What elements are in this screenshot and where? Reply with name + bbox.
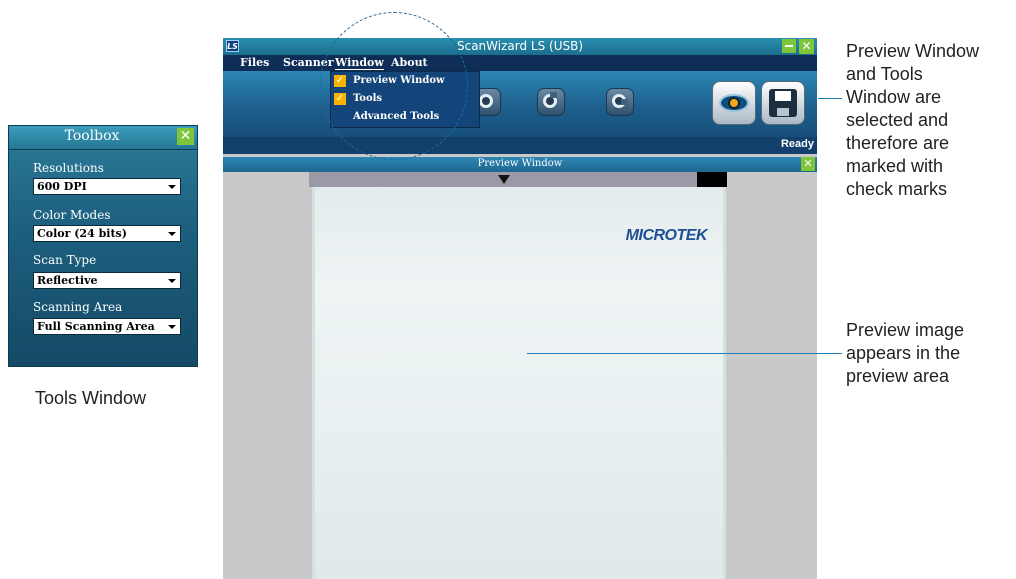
- status-bar: Ready: [223, 137, 817, 154]
- scanning-area-value: Full Scanning Area: [37, 320, 155, 333]
- rotate-icon[interactable]: [537, 88, 565, 116]
- preview-ruler: [309, 172, 727, 187]
- color-modes-label: Color Modes: [33, 208, 111, 222]
- preview-close-icon[interactable]: ✕: [801, 157, 815, 171]
- window-titlebar[interactable]: LS ScanWizard LS (USB) ✕: [223, 38, 817, 55]
- window-close-icon[interactable]: ✕: [799, 39, 814, 54]
- scanning-area-label: Scanning Area: [33, 300, 123, 314]
- scan-type-label: Scan Type: [33, 253, 97, 267]
- toolbox-close-icon[interactable]: ✕: [177, 128, 194, 145]
- callout-menu-text: Preview Window and Tools Window are sele…: [846, 41, 980, 199]
- preview-window-titlebar[interactable]: Preview Window ✕: [223, 157, 817, 172]
- save-disk-icon[interactable]: [761, 81, 805, 125]
- resolutions-select[interactable]: 600 DPI: [33, 178, 181, 195]
- callout-line-menu: [818, 98, 842, 99]
- scan-type-value: Reflective: [37, 274, 98, 287]
- ruler-marker-icon[interactable]: [498, 175, 510, 184]
- toolbox-panel: Toolbox ✕ Resolutions 600 DPI Color Mode…: [8, 125, 198, 367]
- window-title: ScanWizard LS (USB): [456, 39, 584, 53]
- toolbar: [223, 71, 817, 137]
- ruler-end-block: [697, 172, 727, 187]
- color-modes-value: Color (24 bits): [37, 227, 127, 240]
- callout-line-preview: [527, 353, 842, 354]
- menubar: Files Scanner Window About: [223, 55, 817, 71]
- preview-image[interactable]: MICROTEK: [312, 187, 726, 579]
- preview-area[interactable]: MICROTEK: [223, 172, 817, 579]
- status-text: Ready: [780, 138, 814, 150]
- brand-logo: MICROTEK: [625, 227, 708, 244]
- chevron-down-icon: [168, 279, 176, 283]
- toolbox-titlebar[interactable]: Toolbox ✕: [9, 126, 197, 150]
- color-modes-select[interactable]: Color (24 bits): [33, 225, 181, 242]
- toolbox-title: Toolbox: [64, 128, 120, 144]
- menu-files[interactable]: Files: [240, 56, 269, 69]
- preview-window-title: Preview Window: [477, 158, 563, 169]
- callout-preview-text: Preview image appears in the preview are…: [846, 320, 965, 386]
- minimize-icon[interactable]: [782, 39, 796, 53]
- scanning-area-select[interactable]: Full Scanning Area: [33, 318, 181, 335]
- resolutions-label: Resolutions: [33, 161, 104, 175]
- tools-window-caption: Tools Window: [35, 388, 147, 408]
- scanwizard-window: LS ScanWizard LS (USB) ✕ Files Scanner W…: [223, 38, 817, 579]
- reset-icon[interactable]: [606, 88, 634, 116]
- highlight-circle: [320, 12, 468, 160]
- chevron-down-icon: [168, 185, 176, 189]
- chevron-down-icon: [168, 325, 176, 329]
- resolutions-value: 600 DPI: [37, 180, 87, 193]
- preview-eye-icon[interactable]: [712, 81, 756, 125]
- chevron-down-icon: [168, 232, 176, 236]
- scan-type-select[interactable]: Reflective: [33, 272, 181, 289]
